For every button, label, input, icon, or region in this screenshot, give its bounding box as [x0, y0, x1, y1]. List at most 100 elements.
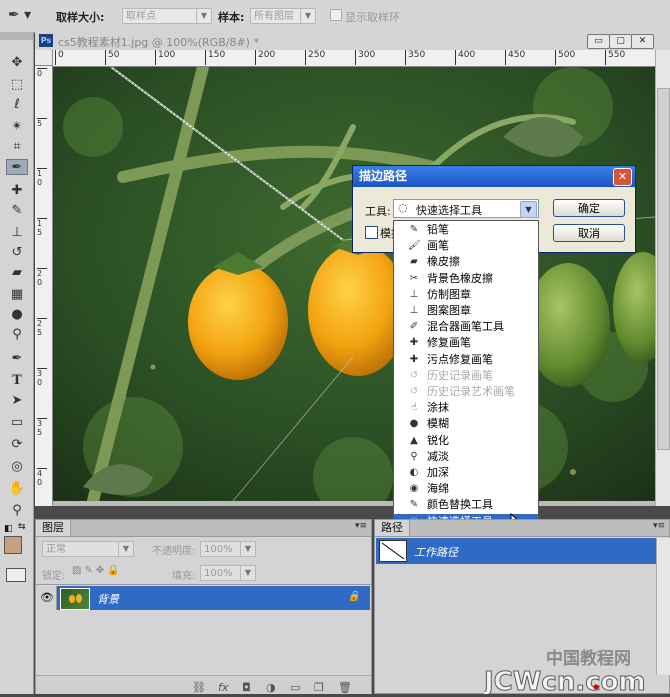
sample-value: 所有图层: [254, 11, 294, 22]
sample-select[interactable]: 所有图层 ▼: [250, 8, 316, 24]
fx-icon[interactable]: fx: [218, 681, 228, 694]
layer-row-background[interactable]: 背景 🔒: [57, 586, 370, 610]
tool-option[interactable]: ⊥ 图案图章: [394, 303, 538, 319]
tool-dropdown-list[interactable]: ✎ 铅笔 🖌 画笔 ▰ 橡皮擦 ✂ 背景色橡皮擦 ⊥ 仿制图章 ⊥ 图案图章 ✐ 混合器画笔工具 ✚ 修复画笔…: [393, 220, 539, 530]
tool-option[interactable]: ◐ 加深: [394, 465, 538, 481]
tool-option[interactable]: ✚ 修复画笔: [394, 335, 538, 351]
tool-option: ↺ 历史记录画笔: [394, 368, 538, 384]
dodge-tool-icon[interactable]: ⚲: [6, 326, 28, 342]
delete-layer-icon[interactable]: 🗑: [338, 681, 352, 694]
tool-option[interactable]: ▲ 锐化: [394, 433, 538, 449]
move-tool-icon[interactable]: ✥: [6, 54, 28, 70]
tab-layers[interactable]: 图层: [36, 520, 71, 536]
tool-option[interactable]: ✎ 颜色替换工具: [394, 497, 538, 513]
eraser-tool-icon[interactable]: ▰: [6, 264, 28, 280]
hand-tool-icon[interactable]: ✋: [6, 480, 28, 496]
new-group-icon[interactable]: ▭: [290, 681, 300, 694]
ruler-top[interactable]: 0 50 100 150 200 250 300 350 400 450 500 550: [53, 50, 655, 67]
tool-option[interactable]: ⚲ 减淡: [394, 449, 538, 465]
crop-tool-icon[interactable]: ⌗: [6, 138, 28, 154]
tool-option[interactable]: ✐ 混合器画笔工具: [394, 319, 538, 335]
ruler-tick-label: 100: [155, 50, 175, 65]
tool-option-label: 历史记录艺术画笔: [427, 385, 515, 398]
brush-tool-icon[interactable]: ✎: [6, 202, 28, 218]
tool-option[interactable]: ● 模糊: [394, 416, 538, 432]
sample-size-select[interactable]: 取样点 ▼: [122, 8, 212, 24]
3d-orbit-tool-icon[interactable]: ◎: [6, 458, 28, 474]
new-layer-icon[interactable]: ❐: [314, 681, 324, 694]
panel-menu-icon[interactable]: ▾≡: [653, 521, 665, 531]
blur-tool-icon[interactable]: ●: [6, 306, 28, 322]
spot-healing-tool-icon[interactable]: ✚: [6, 182, 28, 198]
maximize-button[interactable]: ▢: [609, 34, 632, 49]
vertical-scrollbar[interactable]: [655, 50, 670, 506]
show-ring-checkbox[interactable]: [330, 9, 342, 21]
clone-stamp-tool-icon[interactable]: ⊥: [6, 224, 28, 240]
ruler-origin[interactable]: [35, 50, 53, 66]
gradient-tool-icon[interactable]: ▦: [6, 286, 28, 302]
type-tool-icon[interactable]: T: [6, 372, 28, 388]
chevron-down-icon[interactable]: ▼: [520, 201, 537, 218]
quick-mask-icon[interactable]: [6, 568, 26, 582]
opacity-input[interactable]: 100% ▼: [200, 541, 256, 557]
panel-menu-icon[interactable]: ▾≡: [355, 521, 367, 531]
healing-brush-icon: ✚: [409, 337, 419, 349]
marquee-tool-icon[interactable]: ⬚: [6, 76, 28, 92]
lasso-tool-icon[interactable]: ℓ: [6, 96, 28, 112]
tool-option[interactable]: ▰ 橡皮擦: [394, 254, 538, 270]
history-brush-tool-icon[interactable]: ↺: [6, 244, 28, 260]
link-layers-icon[interactable]: ⛓: [192, 681, 206, 694]
tool-option[interactable]: ☝ 涂抹: [394, 400, 538, 416]
eyedropper-tool-preset-icon[interactable]: ✒ ▾: [8, 7, 36, 25]
close-window-button[interactable]: ✕: [631, 34, 654, 49]
path-name: 工作路径: [414, 546, 458, 559]
opacity-label: 不透明度:: [152, 546, 196, 557]
quick-selection-tool-icon[interactable]: ✴: [6, 118, 28, 134]
blend-mode-value: 正常: [46, 544, 66, 555]
tools-panel-grip[interactable]: [0, 32, 33, 40]
tool-option[interactable]: ✎ 铅笔: [394, 222, 538, 238]
adjustment-layer-icon[interactable]: ◑: [266, 681, 276, 694]
default-colors-icon[interactable]: ◧: [4, 524, 14, 534]
ruler-tick-label: 500: [555, 50, 575, 65]
add-mask-icon[interactable]: ◘: [242, 681, 251, 694]
layer-thumbnail: [60, 588, 90, 610]
shape-tool-icon[interactable]: ▭: [6, 414, 28, 430]
pen-tool-icon[interactable]: ✒: [6, 350, 28, 366]
cancel-button[interactable]: 取消: [553, 224, 625, 242]
tab-paths[interactable]: 路径: [375, 520, 410, 536]
tool-option[interactable]: ◉ 海绵: [394, 481, 538, 497]
image-canvas[interactable]: [53, 67, 655, 501]
ruler-left[interactable]: 0 5 1 0 1 5 2 0 2 5 3 0 3 5 4 0: [35, 66, 53, 506]
path-selection-tool-icon[interactable]: ➤: [6, 392, 28, 408]
document-tab[interactable]: Ps cs5教程素材1.jpg @ 100%(RGB/8#) * ▭ ▢ ✕: [35, 32, 670, 51]
tool-option[interactable]: ✂ 背景色橡皮擦: [394, 271, 538, 287]
zoom-tool-icon[interactable]: ⚲: [6, 502, 28, 518]
ruler-tick-label: 300: [355, 50, 375, 65]
tool-option[interactable]: ✚ 污点修复画笔: [394, 352, 538, 368]
eye-visibility-icon[interactable]: 👁: [38, 586, 57, 610]
tool-select[interactable]: ◌ 快速选择工具 ▼: [393, 199, 539, 218]
minimize-button[interactable]: ▭: [587, 34, 610, 49]
tool-option-label: 锐化: [427, 433, 449, 447]
dialog-close-button[interactable]: ✕: [613, 168, 632, 186]
scroll-thumb[interactable]: [657, 88, 670, 450]
chevron-down-icon: ▼: [240, 542, 255, 556]
opacity-value: 100%: [204, 544, 233, 555]
eyedropper-tool-icon[interactable]: ✒: [6, 159, 28, 175]
lock-icon: 🔒: [347, 591, 360, 602]
ok-button[interactable]: 确定: [553, 199, 625, 217]
tool-option-label: 橡皮擦: [427, 255, 460, 269]
tool-option[interactable]: ⊥ 仿制图章: [394, 287, 538, 303]
path-row-work-path[interactable]: 工作路径: [376, 538, 656, 564]
simulate-pressure-checkbox[interactable]: [365, 226, 378, 239]
3d-rotate-tool-icon[interactable]: ⟳: [6, 436, 28, 452]
lock-icons[interactable]: ▨✎✥🔒: [72, 565, 123, 576]
fill-input[interactable]: 100% ▼: [200, 565, 256, 581]
swap-colors-icon[interactable]: ⇆: [18, 522, 28, 532]
tool-option-label: 减淡: [427, 449, 449, 463]
foreground-color-swatch[interactable]: [4, 536, 22, 554]
horizontal-scrollbar[interactable]: [53, 501, 655, 506]
tool-option[interactable]: 🖌 画笔: [394, 238, 538, 254]
blend-mode-select[interactable]: 正常 ▼: [42, 541, 134, 557]
